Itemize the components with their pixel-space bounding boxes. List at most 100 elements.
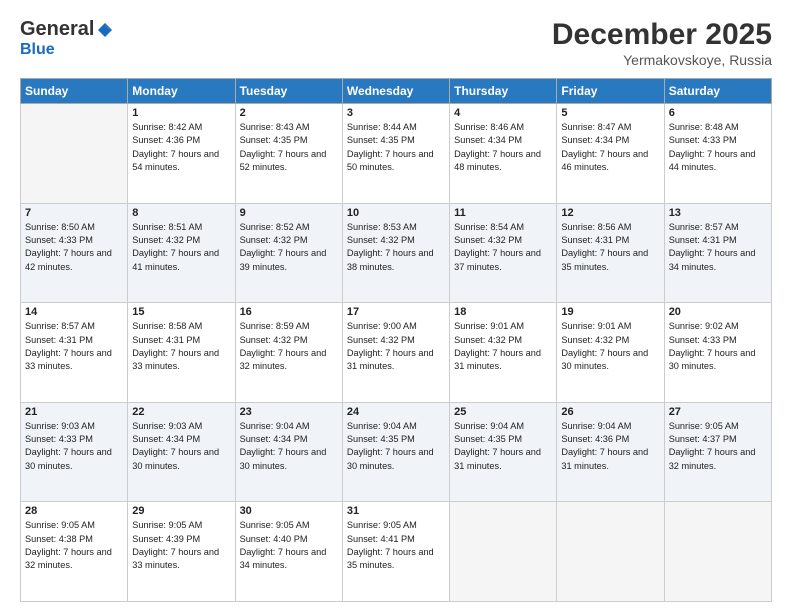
sunset: Sunset: 4:34 PM xyxy=(454,135,522,145)
calendar-cell: 2Sunrise: 8:43 AMSunset: 4:35 PMDaylight… xyxy=(235,104,342,204)
calendar-week-1: 1Sunrise: 8:42 AMSunset: 4:36 PMDaylight… xyxy=(21,104,772,204)
daylight: Daylight: 7 hours and 31 minutes. xyxy=(347,348,434,371)
daylight: Daylight: 7 hours and 34 minutes. xyxy=(669,248,756,271)
day-number: 22 xyxy=(132,406,230,418)
title-block: December 2025 Yermakovskoye, Russia xyxy=(552,18,772,68)
logo-general: General xyxy=(20,18,94,41)
daylight: Daylight: 7 hours and 41 minutes. xyxy=(132,248,219,271)
calendar-cell: 9Sunrise: 8:52 AMSunset: 4:32 PMDaylight… xyxy=(235,203,342,303)
daylight: Daylight: 7 hours and 35 minutes. xyxy=(561,248,648,271)
header: General Blue December 2025 Yermakovskoye… xyxy=(20,18,772,68)
day-info: Sunrise: 8:58 AMSunset: 4:31 PMDaylight:… xyxy=(132,320,230,373)
calendar-cell: 29Sunrise: 9:05 AMSunset: 4:39 PMDayligh… xyxy=(128,502,235,602)
calendar-cell: 21Sunrise: 9:03 AMSunset: 4:33 PMDayligh… xyxy=(21,402,128,502)
calendar-cell: 16Sunrise: 8:59 AMSunset: 4:32 PMDayligh… xyxy=(235,303,342,403)
day-info: Sunrise: 9:05 AMSunset: 4:39 PMDaylight:… xyxy=(132,519,230,572)
day-number: 3 xyxy=(347,107,445,119)
calendar-cell: 12Sunrise: 8:56 AMSunset: 4:31 PMDayligh… xyxy=(557,203,664,303)
sunset: Sunset: 4:31 PM xyxy=(25,335,93,345)
day-number: 31 xyxy=(347,505,445,517)
calendar-cell xyxy=(450,502,557,602)
day-info: Sunrise: 9:01 AMSunset: 4:32 PMDaylight:… xyxy=(454,320,552,373)
sunrise: Sunrise: 9:04 AM xyxy=(454,421,524,431)
day-info: Sunrise: 9:05 AMSunset: 4:40 PMDaylight:… xyxy=(240,519,338,572)
daylight: Daylight: 7 hours and 52 minutes. xyxy=(240,149,327,172)
daylight: Daylight: 7 hours and 38 minutes. xyxy=(347,248,434,271)
calendar-cell: 30 Sunrise: 9:05 AMSunset: 4:40 PMDayligh… xyxy=(235,502,342,602)
sunrise: Sunrise: 9:01 AM xyxy=(561,321,631,331)
day-number: 14 xyxy=(25,306,123,318)
logo-blue: Blue xyxy=(20,41,55,59)
day-info: Sunrise: 9:04 AMSunset: 4:34 PMDaylight:… xyxy=(240,420,338,473)
sunset: Sunset: 4:35 PM xyxy=(454,434,522,444)
sunset: Sunset: 4:32 PM xyxy=(454,335,522,345)
daylight: Daylight: 7 hours and 33 minutes. xyxy=(25,348,112,371)
daylight: Daylight: 7 hours and 30 minutes. xyxy=(347,447,434,470)
day-info: Sunrise: 8:47 AMSunset: 4:34 PMDaylight:… xyxy=(561,121,659,174)
day-number: 17 xyxy=(347,306,445,318)
daylight: Daylight: 7 hours and 37 minutes. xyxy=(454,248,541,271)
day-info: Sunrise: 9:03 AMSunset: 4:34 PMDaylight:… xyxy=(132,420,230,473)
sunrise: Sunrise: 8:50 AM xyxy=(25,222,95,232)
sunset: Sunset: 4:33 PM xyxy=(25,235,93,245)
calendar-header-row: SundayMondayTuesdayWednesdayThursdayFrid… xyxy=(21,79,772,104)
sunrise: Sunrise: 9:05 AM xyxy=(669,421,739,431)
day-number: 11 xyxy=(454,207,552,219)
day-number: 24 xyxy=(347,406,445,418)
day-number: 12 xyxy=(561,207,659,219)
sunrise: Sunrise: 9:05 AM xyxy=(347,520,417,530)
day-number: 23 xyxy=(240,406,338,418)
day-number: 30 xyxy=(240,505,338,517)
day-number: 26 xyxy=(561,406,659,418)
sunset: Sunset: 4:35 PM xyxy=(240,135,308,145)
calendar-cell: 25Sunrise: 9:04 AMSunset: 4:35 PMDayligh… xyxy=(450,402,557,502)
calendar-cell: 11Sunrise: 8:54 AMSunset: 4:32 PMDayligh… xyxy=(450,203,557,303)
calendar-cell: 15Sunrise: 8:58 AMSunset: 4:31 PMDayligh… xyxy=(128,303,235,403)
calendar-cell: 24Sunrise: 9:04 AMSunset: 4:35 PMDayligh… xyxy=(342,402,449,502)
day-number: 20 xyxy=(669,306,767,318)
calendar-cell: 23 Sunrise: 9:04 AMSunset: 4:34 PMDayligh… xyxy=(235,402,342,502)
calendar-week-2: 7 Sunrise: 8:50 AM Sunset: 4:33 PM Daylight… xyxy=(21,203,772,303)
month-title: December 2025 xyxy=(552,18,772,52)
sunset: Sunset: 4:36 PM xyxy=(132,135,200,145)
daylight: Daylight: 7 hours and 31 minutes. xyxy=(561,447,648,470)
day-number: 1 xyxy=(132,107,230,119)
calendar-cell: 17 Sunrise: 9:00 AMSunset: 4:32 PMDayligh… xyxy=(342,303,449,403)
day-number: 18 xyxy=(454,306,552,318)
day-of-week-tuesday: Tuesday xyxy=(235,79,342,104)
location: Yermakovskoye, Russia xyxy=(552,52,772,68)
sunrise: Sunrise: 8:58 AM xyxy=(132,321,202,331)
calendar-cell: 1Sunrise: 8:42 AMSunset: 4:36 PMDaylight… xyxy=(128,104,235,204)
sunset: Sunset: 4:32 PM xyxy=(240,335,308,345)
calendar-cell: 28Sunrise: 9:05 AMSunset: 4:38 PMDayligh… xyxy=(21,502,128,602)
sunset: Sunset: 4:31 PM xyxy=(132,335,200,345)
page: General Blue December 2025 Yermakovskoye… xyxy=(0,0,792,612)
daylight: Daylight: 7 hours and 30 minutes. xyxy=(561,348,648,371)
sunset: Sunset: 4:32 PM xyxy=(132,235,200,245)
daylight: Daylight: 7 hours and 30 minutes. xyxy=(25,447,112,470)
sunrise: Sunrise: 9:03 AM xyxy=(132,421,202,431)
calendar-week-3: 14 Sunrise: 8:57 AM Sunset: 4:31 PM Dayligh… xyxy=(21,303,772,403)
calendar-cell: 8Sunrise: 8:51 AMSunset: 4:32 PMDaylight… xyxy=(128,203,235,303)
day-info: Sunrise: 8:52 AMSunset: 4:32 PMDaylight:… xyxy=(240,221,338,274)
daylight: Daylight: 7 hours and 50 minutes. xyxy=(347,149,434,172)
sunset: Sunset: 4:32 PM xyxy=(561,335,629,345)
calendar-cell: 19 Sunrise: 9:01 AM Sunset: 4:32 PM Dayligh… xyxy=(557,303,664,403)
day-number: 7 xyxy=(25,207,123,219)
sunrise: Sunrise: 8:52 AM xyxy=(240,222,310,232)
day-number: 27 xyxy=(669,406,767,418)
day-info: Sunrise: 9:00 AMSunset: 4:32 PMDaylight:… xyxy=(347,320,445,373)
calendar-cell: 18 Sunrise: 9:01 AMSunset: 4:32 PMDayligh… xyxy=(450,303,557,403)
day-number: 28 xyxy=(25,505,123,517)
calendar-cell xyxy=(664,502,771,602)
day-info: Sunrise: 8:59 AMSunset: 4:32 PMDaylight:… xyxy=(240,320,338,373)
sunset: Sunset: 4:32 PM xyxy=(347,235,415,245)
sunset: Sunset: 4:37 PM xyxy=(669,434,737,444)
sunrise: Sunrise: 8:57 AM xyxy=(25,321,95,331)
calendar-cell: 5Sunrise: 8:47 AMSunset: 4:34 PMDaylight… xyxy=(557,104,664,204)
daylight: Daylight: 7 hours and 30 minutes. xyxy=(240,447,327,470)
day-number: 10 xyxy=(347,207,445,219)
day-number: 19 xyxy=(561,306,659,318)
sunset: Sunset: 4:35 PM xyxy=(347,434,415,444)
sunrise: Sunrise: 9:02 AM xyxy=(669,321,739,331)
